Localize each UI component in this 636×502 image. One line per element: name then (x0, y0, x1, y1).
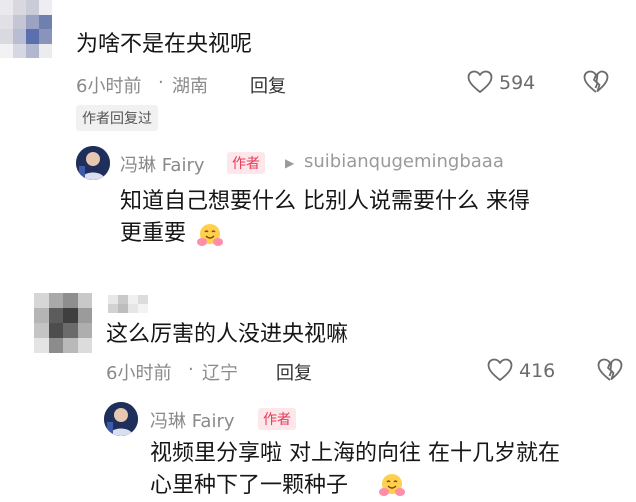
hugging-face-icon (197, 224, 223, 246)
dislike-broken-heart-icon[interactable] (597, 358, 623, 382)
reply-target-username[interactable]: suibianqugemingbaaa (304, 151, 504, 172)
dislike-broken-heart-icon[interactable] (583, 70, 609, 94)
comment-location: 辽宁 (202, 363, 238, 384)
comment-time: 6小时前 (76, 76, 142, 97)
like-heart-icon[interactable] (487, 358, 513, 382)
reply-button[interactable]: 回复 (276, 359, 312, 385)
author-name[interactable]: 冯琳 Fairy (120, 151, 205, 177)
comment-text: 这么厉害的人没进央视嘛 (106, 322, 349, 347)
reply-text-line-2: 更重要 (120, 221, 187, 246)
reply-button[interactable]: 回复 (250, 72, 286, 98)
meta-separator: · (158, 72, 164, 93)
hugging-face-icon (379, 474, 405, 496)
author-name[interactable]: 冯琳 Fairy (150, 407, 235, 433)
author-badge: 作者 (227, 152, 265, 174)
like-count: 594 (499, 72, 536, 94)
like-count: 416 (519, 360, 556, 382)
user-avatar-blurred[interactable] (0, 0, 52, 58)
like-heart-icon[interactable] (467, 70, 493, 94)
reply-text-line-2: 心里种下了一颗种子 (150, 473, 349, 498)
comment-text: 为啥不是在央视呢 (76, 32, 253, 57)
user-avatar-blurred[interactable] (34, 293, 92, 353)
reply-to-arrow-icon: ▶ (285, 156, 295, 170)
author-avatar[interactable] (104, 402, 138, 436)
author-replied-tag: 作者回复过 (76, 105, 158, 131)
comment-location: 湖南 (172, 76, 208, 97)
author-badge: 作者 (258, 408, 296, 430)
meta-separator: · (188, 359, 194, 380)
comment-time: 6小时前 (106, 363, 172, 384)
author-avatar[interactable] (76, 146, 110, 180)
reply-text-line-1: 知道自己想要什么 比别人说需要什么 来得 (120, 189, 530, 214)
reply-text-line-1: 视频里分享啦 对上海的向往 在十几岁就在 (150, 441, 560, 466)
username-blurred[interactable] (108, 295, 148, 313)
